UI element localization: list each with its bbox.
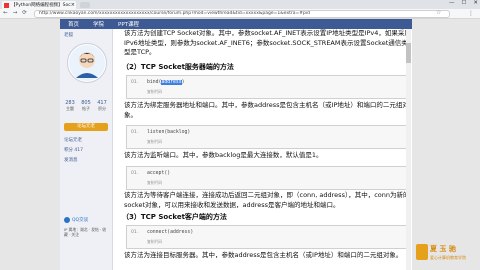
avatar[interactable] — [67, 43, 107, 83]
watermark-logo: 夏 玉 驰 爱心计算机教育学院 — [412, 240, 480, 270]
code-block-accept: 01. accept() 复制代码 — [126, 166, 410, 190]
code-line-number: 01. — [131, 130, 139, 135]
copy-code-link[interactable]: 复制代码 — [147, 139, 162, 145]
copy-code-link[interactable]: 复制代码 — [147, 89, 162, 95]
code-bind-close: ) — [181, 80, 185, 85]
minimize-icon[interactable]: — — [449, 0, 455, 6]
bookmark-star-icon[interactable]: ☆ — [436, 9, 441, 16]
heading-tcp-client-methods: （3）TCP Socket客户端的方法 — [122, 213, 227, 221]
browser-tab[interactable]: 【Python网络编程视频】Soc × — [2, 1, 76, 9]
tab-title: 【Python网络编程视频】Soc — [11, 3, 71, 8]
nav-item-home[interactable]: 首页 — [68, 20, 79, 28]
qq-chat-label: QQ交谈 — [72, 218, 89, 223]
code-line-number: 01. — [131, 171, 139, 176]
avatar-illustration-icon — [69, 45, 105, 81]
code-block-listen: 01. listen(backlog) 复制代码 — [126, 125, 410, 149]
scrollbar-thumb[interactable] — [406, 43, 411, 63]
copy-code-link[interactable]: 复制代码 — [147, 239, 162, 245]
url-input[interactable]: http://www.cnkaoyan.com/xxxxxxxxxxxxxxxx… — [34, 10, 450, 18]
code-accept[interactable]: accept() — [147, 171, 170, 176]
browser-menu-icon[interactable]: ⋮ — [468, 10, 474, 17]
address-bar-row: ← → ⟳ http://www.cnkaoyan.com/xxxxxxxxxx… — [0, 9, 480, 19]
author-sidebar: 老狐 283 主题 805 帖子 417 积分 论坛元老 论坛元老 积分 417 发消… — [60, 29, 113, 270]
new-tab-button[interactable] — [80, 2, 90, 8]
window-controls: — ☐ ✕ — [449, 0, 478, 6]
forward-icon[interactable]: → — [13, 10, 18, 16]
heading-tcp-server-methods: （2）TCP Socket服务器端的方法 — [122, 63, 234, 71]
nav-item-ppt[interactable]: PPT课程 — [118, 20, 139, 28]
user-group-label: 论坛元老 — [64, 138, 82, 143]
site-navbar: 首页 学院 PPT课程 — [60, 19, 412, 29]
code-bind-fn: bind( — [147, 80, 162, 85]
page-margin-left — [0, 19, 60, 270]
logo-title: 夏 玉 驰 — [430, 245, 456, 253]
qq-icon — [64, 217, 70, 223]
user-rank-badge: 论坛元老 — [64, 123, 108, 131]
browser-tab-strip: 【Python网络编程视频】Soc × — ☐ ✕ — [0, 0, 480, 9]
page-margin-right — [412, 19, 480, 270]
back-icon[interactable]: ← — [3, 10, 8, 16]
user-points-label: 积分 417 — [64, 148, 84, 153]
qq-chat-button[interactable]: QQ交谈 — [64, 217, 88, 223]
close-window-icon[interactable]: ✕ — [473, 0, 478, 6]
code-line-number: 01. — [131, 230, 139, 235]
code-bind[interactable]: bind(address) — [147, 80, 185, 85]
author-footer-links: IP 属地：湖北 · 发帖 · 收藏 · 关注 — [64, 227, 107, 237]
paragraph-connect: 该方法为连接目标服务器。其中，参数address是包含主机名（或IP地址）和端口… — [124, 251, 403, 259]
paragraph-bind: 该方法为绑定服务器地址和端口。其中，参数address是包含主机名（或IP地址）… — [124, 101, 409, 119]
send-message-link[interactable]: 发消息 — [64, 157, 78, 163]
stat-points-label: 积分 — [97, 106, 106, 111]
author-name[interactable]: 老狐 — [64, 32, 73, 38]
code-selected-text[interactable]: address — [161, 80, 182, 85]
maximize-icon[interactable]: ☐ — [461, 0, 466, 6]
paragraph-socket-create: 该方法为创建TCP Socket对象。其中，参数socket.AF_INET表示… — [124, 29, 411, 56]
paragraph-listen: 该方法为监听端口。其中，参数backlog是最大连接数，默认值是1。 — [124, 151, 323, 159]
favicon-icon — [4, 2, 9, 8]
logo-subtitle: 爱心计算机教育学院 — [430, 255, 466, 260]
copy-code-link[interactable]: 复制代码 — [147, 180, 162, 186]
code-listen[interactable]: listen(backlog) — [147, 130, 190, 135]
post-content: 该方法为创建TCP Socket对象。其中，参数socket.AF_INET表示… — [112, 29, 412, 270]
tab-close-icon[interactable]: × — [71, 2, 75, 8]
logo-mark-icon — [416, 244, 428, 260]
nav-item-college[interactable]: 学院 — [93, 20, 104, 28]
code-line-number: 01. — [131, 80, 139, 85]
page-scrollbar[interactable] — [406, 29, 411, 270]
author-stats: 283 主题 805 帖子 417 积分 — [62, 100, 110, 112]
code-block-bind: 01. bind(address) 复制代码 — [126, 75, 410, 99]
code-block-connect: 01. connect(address) 复制代码 — [126, 225, 410, 249]
reload-icon[interactable]: ⟳ — [22, 10, 27, 16]
stat-topics-label: 主题 — [65, 106, 74, 111]
code-connect[interactable]: connect(address) — [147, 230, 193, 235]
paragraph-accept: 该方法为等待客户端连接，连接成功后返回二元组对象，即（conn, address… — [124, 191, 410, 209]
stat-posts-label: 帖子 — [81, 106, 90, 111]
